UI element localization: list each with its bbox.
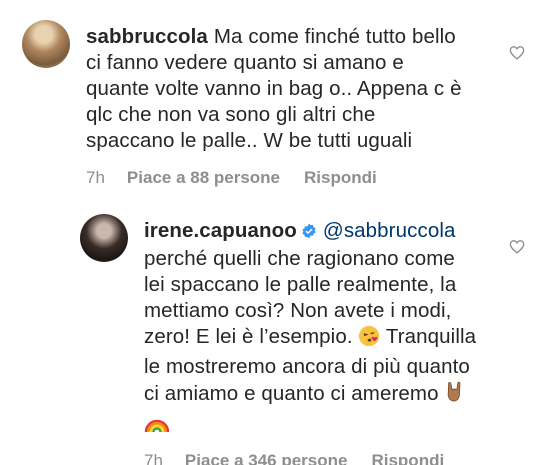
mention-link[interactable]: @sabbruccola	[323, 219, 456, 242]
heart-outline-icon[interactable]	[509, 45, 525, 65]
comment-username[interactable]: sabbruccola	[86, 25, 208, 48]
heart-outline-icon[interactable]	[509, 239, 525, 259]
avatar[interactable]	[80, 214, 128, 262]
likes-count[interactable]: Piace a 88 persone	[127, 168, 280, 188]
comment-time: 7h	[144, 451, 163, 465]
avatar[interactable]	[22, 20, 70, 68]
reply-button[interactable]: Rispondi	[304, 168, 377, 188]
likes-count[interactable]: Piace a 346 persone	[185, 451, 348, 465]
verified-badge-icon	[301, 220, 317, 246]
comment-text: irene.capuanoo @sabbruccola perché quelli…	[144, 218, 476, 441]
comment-text: sabbruccola Ma come finché tutto bello ci…	[86, 25, 462, 152]
kissing-face-emoji	[358, 325, 380, 354]
comment-time: 7h	[86, 168, 105, 187]
comment-username[interactable]: irene.capuanoo	[144, 219, 297, 242]
reply-button[interactable]: Rispondi	[371, 451, 444, 465]
comment-meta: 7h Piace a 346 persone Rispondi	[144, 451, 476, 465]
sign-of-horns-emoji	[444, 380, 466, 411]
rainbow-emoji	[144, 412, 170, 441]
comments-panel: sabbruccola Ma come finché tutto bello ci…	[0, 0, 560, 465]
comment-meta: 7h Piace a 88 persone Rispondi	[86, 168, 462, 188]
comment-sabbruccola: sabbruccola Ma come finché tutto bello ci…	[22, 20, 462, 188]
comment-irene-capuanoo: irene.capuanoo @sabbruccola perché quelli…	[80, 214, 476, 465]
